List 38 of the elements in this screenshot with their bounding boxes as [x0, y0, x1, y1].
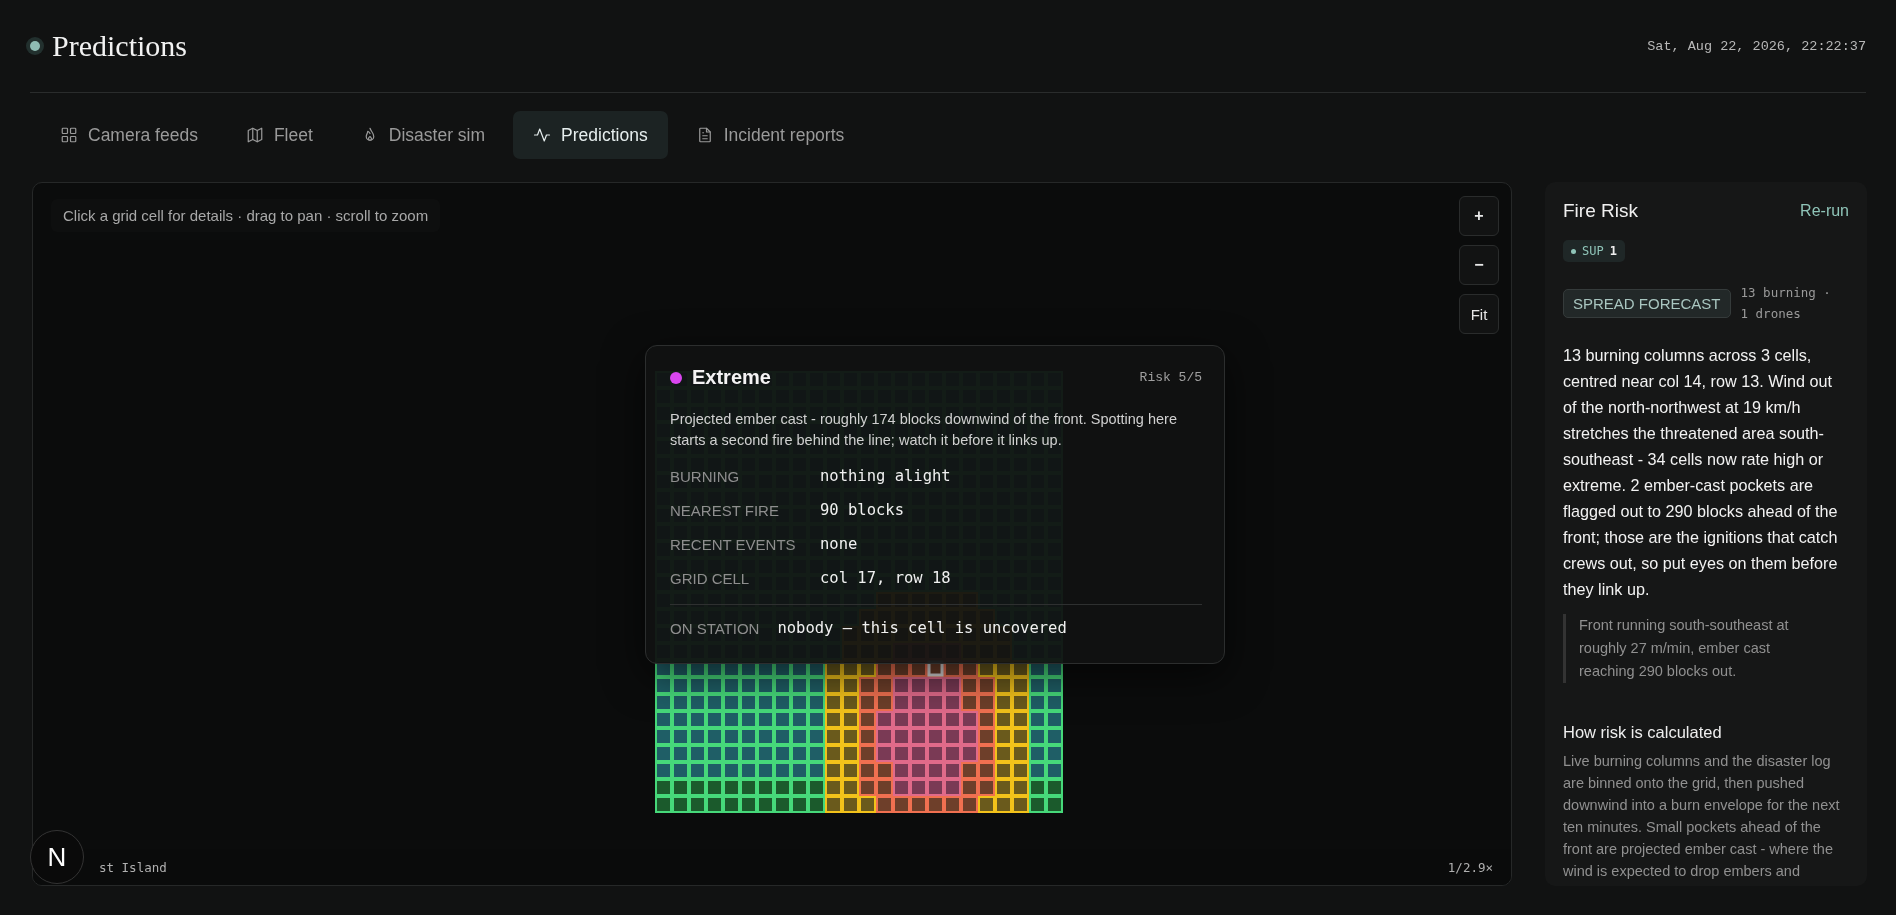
section-text: Live burning columns and the disaster log are binned onto the grid, then pushed downwind into a burn envelope for the next ten minutes. Small pockets ahead of the front are projected ember cast - where the wind is expected to drop embers and [1563, 752, 1841, 881]
location-label: st Island [99, 859, 167, 875]
rerun-link[interactable]: Re-run [1800, 202, 1849, 220]
field-label: ON STATION [670, 619, 760, 637]
zoom-out-button[interactable]: − [1459, 245, 1499, 285]
nav-tab[interactable]: Disaster sim [340, 111, 506, 159]
panel-title: Fire Risk [1563, 200, 1638, 222]
date-time: Sat, Aug 22, 2026, 22:22:37 [1647, 38, 1866, 54]
tab-icon [60, 126, 78, 144]
page-title: Predictions [52, 29, 187, 63]
field-label: BURNING [670, 467, 741, 485]
section-title: How risk is calculated [1563, 723, 1723, 742]
field-value: 90 blocks [820, 501, 905, 519]
field-label: RECENT EVENTS [670, 535, 797, 553]
forecast-stats: 13 burning · 1 drones [1740, 284, 1832, 323]
tab-icon [245, 126, 264, 144]
zoom-in-button[interactable]: + [1459, 196, 1499, 236]
forecast-quote: Front running south-southeast at roughly 27 m/min, ember cast reaching 290 blocks out. [1563, 614, 1829, 683]
forecast-summary: 13 burning columns across 3 cells, centred near col 14, row 13. Wind out of the north-northwest at 19 km/h stretches the threatened area south-southeast - 34 cells now rate high or extreme. 2 ember-cast pockets are flagged out to 290 blocks ahead of the front; those are the ignitions that catch crews out, so put eyes on them before they link up. [1563, 345, 1839, 600]
nav-tab[interactable]: Predictions [513, 111, 668, 159]
risk-level: Extreme [692, 366, 771, 389]
nav-tab[interactable]: Camera feeds [40, 111, 218, 159]
risk-score: Risk 5/5 [1139, 370, 1202, 385]
field-value: nobody — this cell is uncovered [777, 619, 1067, 637]
field-label: GRID CELL [670, 569, 751, 587]
field-value: col 17, row 18 [820, 569, 952, 587]
nav-tab[interactable]: Fleet [225, 111, 333, 159]
tab-icon [533, 126, 552, 144]
sup-badge: SUP 1 [1563, 240, 1625, 262]
zoom-level: 1/2.9× [1447, 859, 1493, 875]
forecast-tag: SPREAD FORECAST [1563, 288, 1731, 318]
nav-tab[interactable]: Incident reports [675, 111, 865, 159]
status-dot [30, 41, 40, 51]
field-value: nothing alight [820, 467, 952, 485]
fit-button[interactable]: Fit [1459, 294, 1499, 334]
field-label: NEAREST FIRE [670, 501, 780, 519]
cell-description: Projected ember cast - roughly 174 blocks downwind of the front. Spotting here starts a second fire behind the line; watch it before it links up. [670, 410, 1178, 450]
field-value: none [820, 535, 859, 553]
